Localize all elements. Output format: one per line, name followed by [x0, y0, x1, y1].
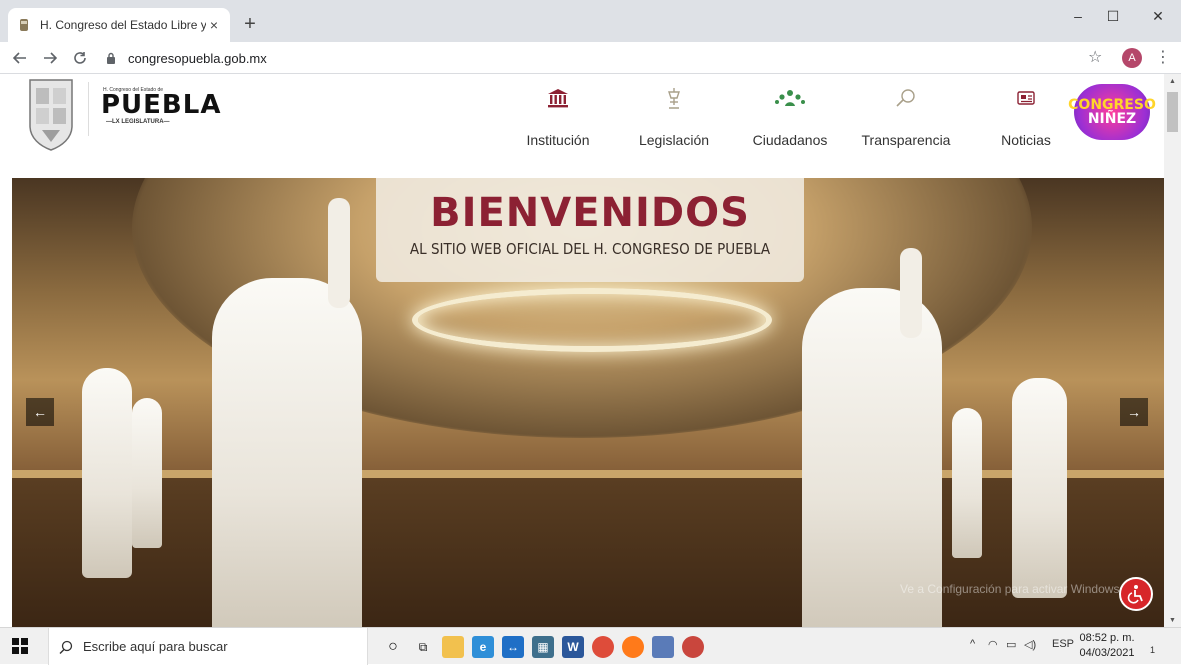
tab-title: H. Congreso del Estado Libre y S	[40, 18, 206, 32]
file-explorer-icon[interactable]	[442, 636, 464, 658]
state-coat-of-arms-icon[interactable]	[24, 76, 78, 152]
windows-taskbar: Escribe aquí para buscar ○ ⧉ e ↔ ▦ W ^ ◠…	[0, 627, 1181, 665]
search-placeholder: Escribe aquí para buscar	[83, 639, 228, 654]
nav-item-noticias[interactable]: Noticias	[966, 84, 1086, 154]
new-tab-button[interactable]: +	[238, 12, 262, 36]
windows-start-icon[interactable]	[12, 638, 28, 654]
firefox-icon[interactable]	[622, 636, 644, 658]
notifications-icon[interactable]: 1	[1150, 636, 1156, 655]
nav-item-transparencia[interactable]: Transparencia	[846, 84, 966, 154]
magnifier-icon	[846, 84, 966, 112]
reload-icon[interactable]	[68, 46, 92, 70]
statue-image	[132, 398, 162, 548]
badge-line-2: NIÑEZ	[1087, 111, 1137, 127]
tray-chevron-icon[interactable]: ^	[970, 638, 975, 650]
lamp-icon	[614, 84, 734, 112]
nav-item-legislacion[interactable]: Legislación	[614, 84, 734, 154]
hero-subtitle: AL SITIO WEB OFICIAL DEL H. CONGRESO DE …	[409, 240, 771, 258]
hero-carousel[interactable]: BIENVENIDOS AL SITIO WEB OFICIAL DEL H. …	[12, 178, 1164, 627]
windows-activation-watermark: Ve a Configuración para activar Windows.	[900, 582, 1123, 596]
scroll-up-arrow-icon[interactable]: ▲	[1164, 74, 1181, 88]
notification-count: 1	[1150, 645, 1156, 655]
carousel-next-button[interactable]: →	[1120, 398, 1148, 426]
nav-item-institucion[interactable]: Institución	[498, 84, 618, 154]
address-bar[interactable]: congresopuebla.gob.mx	[106, 46, 1112, 70]
lock-icon	[106, 52, 120, 64]
nav-label: Ciudadanos	[752, 132, 828, 148]
forward-arrow-icon[interactable]	[38, 46, 62, 70]
statue-image	[82, 368, 132, 578]
accessibility-button[interactable]	[1119, 577, 1153, 611]
profile-avatar[interactable]: A	[1122, 48, 1142, 68]
taskbar-search-box[interactable]: Escribe aquí para buscar	[48, 628, 368, 665]
url-text: congresopuebla.gob.mx	[128, 50, 267, 66]
statue-image	[1012, 378, 1067, 598]
teamviewer-icon[interactable]: ↔	[502, 636, 524, 658]
browser-tab-strip: H. Congreso del Estado Libre y S × + – ☐…	[0, 0, 1181, 42]
logo-main-text[interactable]: PUEBLA	[101, 90, 221, 120]
browser-menu-icon[interactable]: ⋮	[1155, 47, 1171, 67]
network-icon[interactable]: ◠	[988, 638, 998, 651]
building-columns-icon	[498, 84, 618, 112]
back-arrow-icon[interactable]	[8, 46, 32, 70]
congreso-ninez-badge[interactable]: CONGRESO NIÑEZ	[1068, 84, 1156, 140]
logo-divider	[88, 82, 89, 136]
statue-image	[952, 408, 982, 558]
nav-item-ciudadanos[interactable]: Ciudadanos	[730, 84, 850, 154]
scroll-down-arrow-icon[interactable]: ▼	[1164, 613, 1181, 627]
statue-image	[802, 288, 942, 627]
hero-chandelier-image	[412, 288, 772, 352]
clock-time: 08:52 p. m.	[1079, 632, 1135, 644]
statue-arm-image	[900, 248, 922, 338]
chrome-icon[interactable]	[592, 636, 614, 658]
welcome-banner: BIENVENIDOS AL SITIO WEB OFICIAL DEL H. …	[376, 178, 804, 282]
remote-desktop-icon[interactable]	[652, 636, 674, 658]
cortana-icon[interactable]: ○	[382, 636, 404, 658]
statue-image	[212, 278, 362, 627]
search-icon	[59, 640, 73, 654]
site-header: H. Congreso del Estado de PUEBLA —LX LEG…	[0, 74, 1164, 178]
page-scrollbar[interactable]: ▲ ▼	[1164, 74, 1181, 627]
nav-label: Legislación	[638, 132, 710, 148]
tab-close-icon[interactable]: ×	[206, 17, 222, 33]
maximize-button[interactable]: ☐	[1090, 0, 1136, 32]
carousel-prev-button[interactable]: ←	[26, 398, 54, 426]
site-favicon-icon	[16, 17, 32, 33]
volume-icon[interactable]: ◁)	[1024, 638, 1036, 651]
hero-title: BIENVENIDOS	[430, 190, 750, 236]
logo-sub-text: —LX LEGISLATURA—	[106, 119, 170, 125]
battery-icon[interactable]: ▭	[1006, 638, 1016, 651]
calculator-icon[interactable]: ▦	[532, 636, 554, 658]
internet-explorer-icon[interactable]: e	[472, 636, 494, 658]
browser-toolbar: congresopuebla.gob.mx ☆ A ⋮	[0, 42, 1181, 74]
wheelchair-icon	[1127, 585, 1143, 604]
nav-label: Institución	[526, 132, 590, 148]
badge-line-1: CONGRESO	[1068, 97, 1156, 113]
close-window-button[interactable]: ✕	[1135, 0, 1181, 32]
nav-label: Transparencia	[861, 132, 951, 148]
scroll-thumb[interactable]	[1167, 92, 1178, 132]
chrome-profile-icon[interactable]	[682, 636, 704, 658]
nav-label: Noticias	[1001, 132, 1051, 148]
web-page: H. Congreso del Estado de PUEBLA —LX LEG…	[0, 74, 1181, 627]
clock-date: 04/03/2021	[1079, 647, 1135, 659]
language-indicator[interactable]: ESP	[1052, 638, 1074, 650]
hero-balcony	[12, 478, 1164, 627]
bookmark-star-icon[interactable]: ☆	[1088, 47, 1102, 67]
word-icon[interactable]: W	[562, 636, 584, 658]
browser-tab[interactable]: H. Congreso del Estado Libre y S ×	[8, 8, 230, 42]
system-clock[interactable]: 08:52 p. m. 04/03/2021	[1078, 631, 1136, 661]
statue-arm-image	[328, 198, 350, 308]
people-group-icon	[730, 84, 850, 112]
task-view-icon[interactable]: ⧉	[412, 636, 434, 658]
